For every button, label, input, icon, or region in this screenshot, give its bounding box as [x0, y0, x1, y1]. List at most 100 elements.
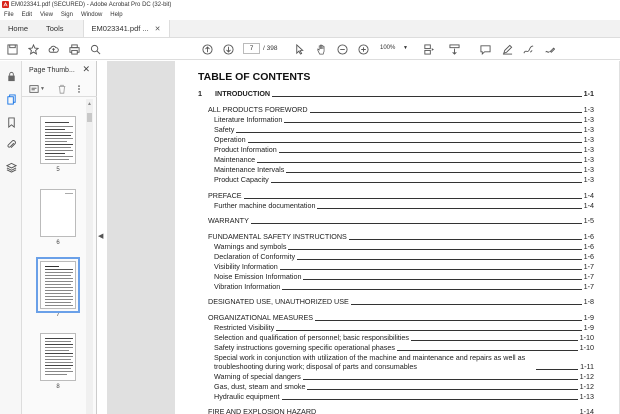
toc-entry-page: 1-6: [583, 252, 594, 261]
menu-window[interactable]: Window: [77, 12, 106, 18]
thumbnails-scrollbar[interactable]: ▲: [86, 99, 93, 414]
toc-entry[interactable]: Gas, dust, steam and smoke 1-12: [214, 383, 594, 391]
toc-leader-line: [350, 304, 582, 305]
select-cursor-icon[interactable]: [292, 42, 306, 56]
toc-entry[interactable]: Hydraulic equipment 1-13: [214, 393, 594, 401]
save-icon[interactable]: [5, 42, 19, 56]
toc-entry-page: 1-7: [583, 272, 594, 281]
search-icon[interactable]: [88, 42, 102, 56]
star-icon[interactable]: [26, 42, 40, 56]
toc-heading: TABLE OF CONTENTS: [198, 71, 311, 83]
collapse-panel-icon[interactable]: ◀: [98, 232, 103, 240]
toc-entry[interactable]: Further machine documentation 1-4: [214, 202, 594, 210]
close-tab-icon[interactable]: ✕: [155, 25, 161, 33]
toc-entry-label: ORGANIZATIONAL MEASURES: [208, 313, 314, 322]
zoom-select[interactable]: 100% ▼: [376, 43, 410, 54]
toc-leader-line: [278, 152, 582, 153]
menu-sign[interactable]: Sign: [57, 12, 77, 18]
page-number-input[interactable]: 7: [243, 43, 260, 54]
toc-leader-line: [288, 249, 582, 250]
toc-entry-page: 1-3: [583, 105, 594, 114]
toc-entry[interactable]: Safety 1-3: [214, 126, 594, 134]
tab-home[interactable]: Home: [0, 20, 37, 37]
toc-entry[interactable]: Declaration of Conformity 1-6: [214, 253, 594, 261]
comment-icon[interactable]: [478, 42, 492, 56]
scroll-up-icon[interactable]: ▲: [86, 101, 93, 107]
toc-entry[interactable]: Warning of special dangers 1-12: [214, 373, 594, 381]
thumbnail-page-selected[interactable]: 7: [36, 257, 80, 318]
zoom-in-icon[interactable]: [356, 42, 370, 56]
menu-view[interactable]: View: [36, 12, 57, 18]
fill-sign-icon[interactable]: [542, 42, 556, 56]
scrollbar-handle[interactable]: [87, 113, 92, 122]
menu-edit[interactable]: Edit: [18, 12, 36, 18]
page-display-icon[interactable]: [421, 42, 435, 56]
thumbnail-page[interactable]: 6: [37, 189, 79, 246]
layers-icon[interactable]: [4, 160, 18, 174]
toc-entry[interactable]: PREFACE 1-4: [208, 192, 594, 200]
upload-icon[interactable]: [46, 42, 60, 56]
more-options-icon[interactable]: [74, 84, 85, 94]
toc-entry[interactable]: Maintenance Intervals 1-3: [214, 166, 594, 174]
toc-entry[interactable]: Maintenance 1-3: [214, 156, 594, 164]
toc-entry-page: 1-3: [583, 115, 594, 124]
tab-bar: Home Tools EM023341.pdf ... ✕: [0, 20, 620, 38]
toc-entry-label: Maintenance: [214, 155, 256, 164]
attachment-icon[interactable]: [4, 137, 18, 151]
page-thumbnails-icon[interactable]: [4, 92, 18, 106]
toc-entry[interactable]: ALL PRODUCTS FOREWORD 1-3: [208, 106, 594, 114]
menu-file[interactable]: File: [0, 12, 18, 18]
tab-tools[interactable]: Tools: [37, 20, 73, 37]
toc-entry[interactable]: Restricted Visibility 1-9: [214, 324, 594, 332]
toc-entry[interactable]: Warnings and symbols 1-6: [214, 243, 594, 251]
print-icon[interactable]: [67, 42, 81, 56]
toc-entry[interactable]: Noise Emission Information 1-7: [214, 273, 594, 281]
toc-entry[interactable]: WARRANTY 1-5: [208, 217, 594, 225]
toc-entry[interactable]: Selection and qualification of personnel…: [214, 334, 594, 342]
document-viewport[interactable]: TABLE OF CONTENTS 1 INTRODUCTION 1-1 ALL PR…: [107, 61, 620, 414]
toc-entry[interactable]: Literature Information 1-3: [214, 116, 594, 124]
thumbnail-image: [36, 257, 80, 313]
toc-entry[interactable]: Vibration Information 1-7: [214, 283, 594, 291]
menu-help[interactable]: Help: [106, 12, 126, 18]
highlight-pen-icon[interactable]: [500, 42, 514, 56]
toc-entry-label: Visibility Information: [214, 262, 278, 271]
bookmark-icon[interactable]: [4, 115, 18, 129]
toc-leader-line: [397, 350, 578, 351]
toc-entry-number: 1: [198, 89, 202, 98]
toc-entry[interactable]: FIRE AND EXPLOSION HAZARD 1-14: [208, 408, 594, 414]
toc-entry-page: 1-9: [583, 313, 594, 322]
options-chevron-icon[interactable]: ▼: [40, 86, 51, 96]
draw-icon[interactable]: [521, 42, 535, 56]
toc-entry-label: Special work in conjunction with utiliza…: [214, 353, 526, 371]
toc-entry[interactable]: DESIGNATED USE, UNAUTHORIZED USE 1-8: [208, 298, 594, 306]
document-page: TABLE OF CONTENTS 1 INTRODUCTION 1-1 ALL PR…: [175, 61, 619, 414]
tab-document[interactable]: EM023341.pdf ... ✕: [82, 20, 170, 37]
toc-entry[interactable]: ORGANIZATIONAL MEASURES 1-9: [208, 314, 594, 322]
lock-icon[interactable]: [4, 69, 18, 83]
toc-entry[interactable]: Safety instructions governing specific o…: [214, 344, 594, 352]
thumbnail-page[interactable]: 8: [37, 333, 79, 390]
thumbnail-image: [40, 189, 76, 237]
toc-entry-label: DESIGNATED USE, UNAUTHORIZED USE: [208, 297, 349, 306]
toc-entry[interactable]: Product Information 1-3: [214, 146, 594, 154]
zoom-out-icon[interactable]: [335, 42, 349, 56]
toc-entry[interactable]: FUNDAMENTAL SAFETY INSTRUCTIONS 1-6: [208, 233, 594, 241]
scroll-mode-icon[interactable]: [447, 42, 461, 56]
previous-page-icon[interactable]: [200, 42, 214, 56]
toc-leader-line: [315, 320, 582, 321]
toc-entry[interactable]: Operation 1-3: [214, 136, 594, 144]
thumbnail-page-number: 7: [56, 312, 60, 318]
toc-entry[interactable]: Special work in conjunction with utiliza…: [214, 353, 594, 371]
toc-entry[interactable]: Product Capacity 1-3: [214, 176, 594, 184]
toc-entry[interactable]: 1 INTRODUCTION 1-1: [198, 90, 594, 98]
thumbnail-options-icon[interactable]: [29, 84, 40, 94]
toc-leader-line: [317, 208, 582, 209]
toc-entry[interactable]: Visibility Information 1-7: [214, 263, 594, 271]
next-page-icon[interactable]: [221, 42, 235, 56]
toc-entry-page: 1-11: [580, 362, 594, 371]
hand-tool-icon[interactable]: [314, 42, 328, 56]
delete-page-icon[interactable]: [57, 84, 68, 94]
close-panel-icon[interactable]: ✕: [82, 64, 90, 75]
thumbnail-page[interactable]: 5: [37, 116, 79, 173]
